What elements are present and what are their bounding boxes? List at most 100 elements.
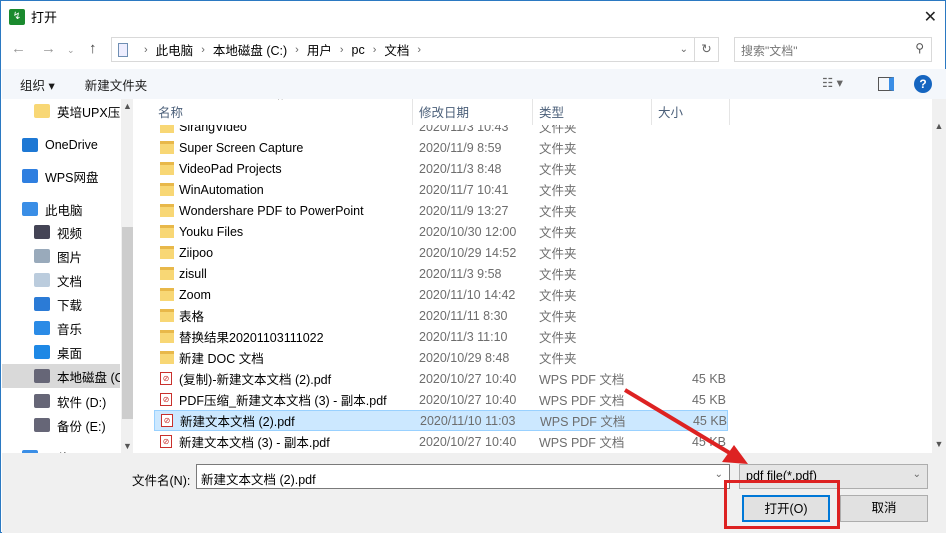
folder-icon — [160, 225, 174, 238]
file-row[interactable]: zisull 2020/11/3 9:58 文件夹 — [154, 263, 728, 284]
music-icon — [34, 321, 50, 335]
sidebar-item[interactable]: 视频 — [2, 220, 120, 244]
breadcrumb-separator-icon[interactable]: › — [373, 44, 377, 56]
drive-icon — [34, 394, 50, 408]
breadcrumb-separator-icon[interactable]: › — [201, 44, 205, 56]
file-row[interactable]: 表格 2020/11/11 8:30 文件夹 — [154, 305, 728, 326]
sidebar-scrollbar[interactable]: ▲ ▼ — [121, 99, 133, 453]
sidebar-item-label: 桌面 — [57, 346, 83, 361]
file-row[interactable]: VideoPad Projects 2020/11/3 8:48 文件夹 — [154, 158, 728, 179]
breadcrumb-separator-icon[interactable]: › — [295, 44, 299, 56]
breadcrumb-item[interactable]: 此电脑 — [156, 40, 194, 59]
dialog-title: 打开 — [31, 10, 58, 25]
pdf-file-icon: ⊘ — [160, 393, 172, 406]
file-type: 文件夹 — [539, 163, 577, 177]
file-row[interactable]: WinAutomation 2020/11/7 10:41 文件夹 — [154, 179, 728, 200]
file-row[interactable]: ⊘ PDF压缩_新建文本文档 (3) - 副本.pdf 2020/10/27 10:… — [154, 389, 728, 410]
filetype-select[interactable]: pdf file(*.pdf) ⌄ — [739, 464, 928, 489]
close-button[interactable]: ✕ — [924, 7, 937, 27]
sidebar-item[interactable]: 软件 (D:) — [2, 389, 120, 413]
sidebar-item[interactable]: 网络 — [2, 445, 120, 453]
breadcrumb-item[interactable]: 本地磁盘 (C:) — [213, 40, 287, 59]
file-row[interactable]: 新建 DOC 文档 2020/10/29 8:48 文件夹 — [154, 347, 728, 368]
file-size: 45 KB — [692, 413, 727, 428]
file-date: 2020/11/3 9:58 — [419, 266, 502, 281]
dialog-footer: 文件名(N): 新建文本文档 (2).pdf ⌄ pdf file(*.pdf)… — [2, 453, 946, 533]
download-icon — [34, 297, 50, 311]
sidebar-item[interactable]: WPS网盘 — [2, 164, 120, 188]
search-input[interactable]: 搜索"文档" ⚲ — [734, 37, 932, 62]
file-name: WinAutomation — [179, 182, 264, 197]
up-button[interactable]: ↑ — [89, 40, 97, 57]
sidebar-item[interactable]: 本地磁盘 (C:) — [2, 364, 120, 388]
sidebar-item[interactable]: OneDrive — [2, 133, 120, 157]
scroll-down-arrow[interactable]: ▼ — [121, 441, 133, 451]
chevron-down-icon[interactable]: ⌄ — [680, 44, 688, 55]
open-button[interactable]: 打开(O) — [742, 495, 830, 522]
column-date[interactable]: 修改日期 — [413, 99, 533, 125]
scroll-up-arrow[interactable]: ▲ — [121, 101, 133, 111]
cancel-button[interactable]: 取消 — [840, 495, 928, 522]
scroll-up-arrow[interactable]: ▲ — [932, 121, 946, 131]
back-button[interactable]: ← — [11, 40, 26, 57]
scroll-down-arrow[interactable]: ▼ — [932, 439, 946, 449]
column-name[interactable]: 名称 — [152, 99, 413, 125]
help-icon[interactable]: ? — [914, 75, 932, 93]
sidebar-item-label: 文档 — [57, 274, 83, 289]
folder-icon — [160, 330, 174, 343]
recent-dropdown[interactable]: ⌄ — [67, 45, 75, 56]
title-bar: ↯ 打开 ✕ — [1, 1, 945, 32]
file-list-scrollbar[interactable]: ▲ ▼ — [932, 99, 946, 453]
filename-value: 新建文本文档 (2).pdf — [201, 473, 316, 487]
column-size[interactable]: 大小 — [652, 99, 730, 125]
file-row[interactable]: Zoom 2020/11/10 14:42 文件夹 — [154, 284, 728, 305]
breadcrumb-separator-icon[interactable]: › — [144, 44, 148, 56]
file-row[interactable]: ⊘ 新建文本文档 (2).pdf 2020/11/10 11:03 WPS PDF 文… — [154, 410, 728, 431]
sidebar-item[interactable]: 音乐 — [2, 316, 120, 340]
folder-icon — [160, 246, 174, 259]
document-icon — [118, 42, 128, 57]
file-date: 2020/10/29 8:48 — [419, 350, 510, 365]
sidebar-item-label: 此电脑 — [45, 203, 83, 218]
sidebar-item[interactable]: 此电脑 — [2, 197, 120, 221]
sidebar-item[interactable]: 桌面 — [2, 340, 120, 364]
forward-button[interactable]: → — [41, 40, 56, 57]
folder-icon — [160, 162, 174, 175]
breadcrumb-item[interactable]: 文档 — [384, 40, 409, 59]
chevron-down-icon: ⌄ — [912, 469, 921, 480]
sidebar-item[interactable]: 文档 — [2, 268, 120, 292]
breadcrumb-item[interactable]: 用户 — [307, 40, 332, 59]
filename-input[interactable]: 新建文本文档 (2).pdf ⌄ — [196, 464, 730, 489]
column-type[interactable]: 类型 — [533, 99, 652, 125]
file-name: Zoom — [179, 287, 211, 302]
sidebar-item[interactable]: 备份 (E:) — [2, 413, 120, 437]
file-row[interactable]: ⊘ (复制)-新建文本文档 (2).pdf 2020/10/27 10:40 WPS … — [154, 368, 728, 389]
breadcrumb-separator-icon[interactable]: › — [340, 44, 344, 56]
sidebar-item-label: 软件 (D:) — [57, 395, 107, 410]
view-options-icon[interactable]: ☷ ▾ — [822, 75, 843, 90]
breadcrumb-item[interactable]: pc — [352, 43, 365, 57]
new-folder-button[interactable]: 新建文件夹 — [85, 75, 148, 94]
file-row[interactable]: 替换结果20201103111022 2020/11/3 11:10 文件夹 — [154, 326, 728, 347]
preview-pane-icon[interactable] — [878, 77, 894, 91]
sidebar-item[interactable]: 英培UPX压缩 — [2, 99, 120, 123]
sidebar-item[interactable]: 图片 — [2, 244, 120, 268]
folder-icon — [160, 309, 174, 322]
file-row[interactable]: Ziipoo 2020/10/29 14:52 文件夹 — [154, 242, 728, 263]
file-row[interactable]: Wondershare PDF to PowerPoint 2020/11/9 1… — [154, 200, 728, 221]
refresh-button[interactable]: ↻ — [694, 38, 718, 61]
file-row[interactable]: ⊘ 新建文本文档 (3) - 副本.pdf 2020/10/27 10:40 WPS … — [154, 431, 728, 452]
chevron-down-icon[interactable]: ⌄ — [715, 469, 723, 480]
organize-button[interactable]: 组织 ▾ — [20, 75, 55, 94]
file-row[interactable]: Super Screen Capture 2020/11/9 8:59 文件夹 — [154, 137, 728, 158]
sidebar-item[interactable]: 下载 — [2, 292, 120, 316]
address-bar[interactable]: › 此电脑 › 本地磁盘 (C:) › 用户 › pc › 文档 › ⌄ ↻ — [111, 37, 719, 62]
file-type: 文件夹 — [539, 268, 577, 282]
file-type: 文件夹 — [539, 247, 577, 261]
folder-icon — [160, 204, 174, 217]
pdf-file-icon: ⊘ — [161, 414, 173, 427]
breadcrumb-separator-icon[interactable]: › — [417, 44, 421, 56]
sidebar-scroll-thumb[interactable] — [122, 227, 133, 419]
file-row[interactable]: Youku Files 2020/10/30 12:00 文件夹 — [154, 221, 728, 242]
file-date: 2020/10/29 14:52 — [419, 245, 517, 260]
